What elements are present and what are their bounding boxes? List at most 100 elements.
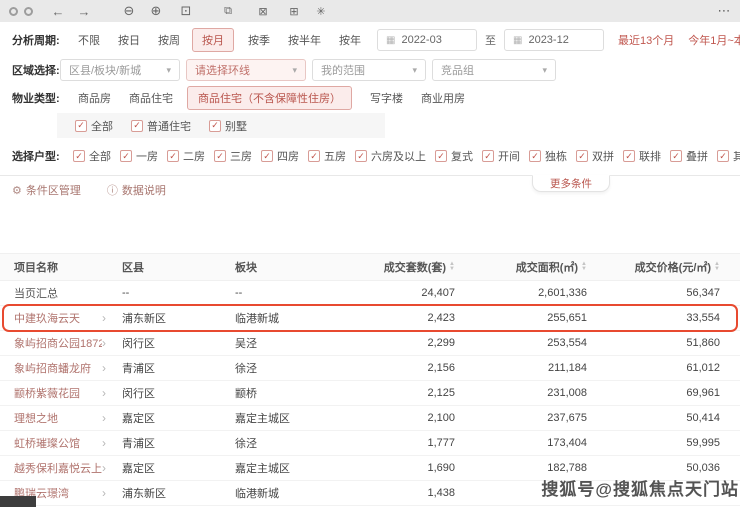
chevron-right-icon[interactable]: › bbox=[102, 411, 106, 425]
district-dropdown[interactable]: 区县/板块/新城 ▾ bbox=[60, 59, 180, 81]
property-option-residential-no-affordable-selected[interactable]: 商品住宅（不含保障性住房） bbox=[187, 86, 352, 110]
checkbox-studio[interactable]: ✓ 开间 bbox=[482, 148, 520, 164]
project-name-link[interactable]: 象屿招商蟠龙府 bbox=[14, 360, 91, 376]
checkbox-six-plus-bedroom[interactable]: ✓六房及以上 bbox=[355, 148, 426, 164]
chevron-right-icon[interactable]: › bbox=[102, 336, 106, 350]
column-header-label: 成交套数(套) bbox=[384, 259, 446, 275]
chevron-right-icon[interactable]: › bbox=[102, 311, 106, 325]
column-header-area-sortable[interactable]: 成交面积(㎡) ▲▼ bbox=[455, 259, 587, 275]
cell-price: 51,860 bbox=[587, 337, 720, 349]
cell-units: 1,690 bbox=[385, 462, 455, 474]
ring-road-dropdown[interactable]: 请选择环线 ▾ bbox=[186, 59, 306, 81]
date-from-input[interactable]: ▦ 2022-03 bbox=[377, 29, 477, 51]
checkbox-label: 开间 bbox=[498, 148, 520, 164]
select-region-icon[interactable]: ⊠ bbox=[255, 0, 271, 22]
checkbox-four-bedroom[interactable]: ✓四房 bbox=[261, 148, 299, 164]
checkbox-icon: ✓ bbox=[623, 150, 635, 162]
checkbox-two-bedroom[interactable]: ✓二房 bbox=[167, 148, 205, 164]
chevron-right-icon[interactable]: › bbox=[102, 436, 106, 450]
checkbox-label: 全部 bbox=[89, 148, 111, 164]
checkbox-five-bedroom[interactable]: ✓五房 bbox=[308, 148, 346, 164]
table-row-highlighted[interactable]: 中建玖海云天› 浦东新区 临港新城 2,423 255,651 33,554 bbox=[0, 306, 740, 331]
column-header-label: 成交面积(㎡) bbox=[516, 259, 578, 275]
zoom-in-icon[interactable]: ⊕ bbox=[148, 0, 164, 22]
bottom-left-dark-bar bbox=[0, 496, 36, 507]
checkbox-icon: ✓ bbox=[209, 120, 221, 132]
condition-manager-link[interactable]: ⚙ 条件区管理 bbox=[12, 182, 81, 198]
checkbox-ordinary-residence[interactable]: ✓ 普通住宅 bbox=[131, 118, 191, 134]
period-option-yearly[interactable]: 按年 bbox=[339, 32, 361, 48]
project-name-link[interactable]: 理想之地 bbox=[14, 410, 58, 426]
period-option-quarterly[interactable]: 按季 bbox=[248, 32, 270, 48]
table-row[interactable]: 象屿招商蟠龙府› 青浦区 徐泾 2,156 211,184 61,012 bbox=[0, 356, 740, 381]
checkbox-label: 复式 bbox=[451, 148, 473, 164]
project-name-link[interactable]: 虹桥璀璨公馆 bbox=[14, 435, 80, 451]
column-header-units-sortable[interactable]: 成交套数(套) ▲▼ bbox=[385, 259, 455, 275]
checkbox-icon: ✓ bbox=[529, 150, 541, 162]
status-dot-icon[interactable] bbox=[21, 0, 35, 22]
nav-forward-icon[interactable]: → bbox=[76, 0, 92, 22]
sort-icon[interactable]: ▲▼ bbox=[714, 262, 720, 272]
project-name-link[interactable]: 颛桥紫薇花园 bbox=[14, 385, 80, 401]
checkbox-stacked[interactable]: ✓叠拼 bbox=[670, 148, 708, 164]
ring-road-dropdown-value: 请选择环线 bbox=[195, 62, 250, 78]
nav-back-icon[interactable]: ← bbox=[50, 0, 66, 22]
checkbox-townhouse[interactable]: ✓联排 bbox=[623, 148, 661, 164]
column-header-price-sortable[interactable]: 成交价格(元/㎡) ▲▼ bbox=[587, 259, 720, 275]
chevron-down-icon: ▾ bbox=[292, 65, 297, 76]
chevron-right-icon[interactable]: › bbox=[102, 361, 106, 375]
project-name-link[interactable]: 象屿招商公园1872 bbox=[14, 335, 102, 351]
checkbox-all-residential[interactable]: ✓ 全部 bbox=[75, 118, 113, 134]
checkbox-house-all[interactable]: ✓全部 bbox=[73, 148, 111, 164]
checkbox-icon: ✓ bbox=[120, 150, 132, 162]
checkbox-icon: ✓ bbox=[482, 150, 494, 162]
screenshot-frame-icon[interactable]: ⊡ bbox=[178, 0, 194, 22]
checkbox-detached[interactable]: ✓独栋 bbox=[529, 148, 567, 164]
more-options-icon[interactable]: ⋯ bbox=[714, 0, 734, 22]
period-option-daily[interactable]: 按日 bbox=[118, 32, 140, 48]
cell-units: 1,777 bbox=[385, 437, 455, 449]
checkbox-other[interactable]: ✓其他 bbox=[717, 148, 740, 164]
checkbox-one-bedroom[interactable]: ✓一房 bbox=[120, 148, 158, 164]
cell-units: 2,100 bbox=[385, 412, 455, 424]
duplicate-window-icon[interactable]: ⧉ bbox=[220, 0, 236, 22]
checkbox-label: 别墅 bbox=[225, 118, 247, 134]
chevron-right-icon[interactable]: › bbox=[102, 461, 106, 475]
period-option-monthly-selected[interactable]: 按月 bbox=[192, 28, 234, 52]
property-option-commercial[interactable]: 商业用房 bbox=[421, 90, 465, 106]
checkbox-semi-detached[interactable]: ✓双拼 bbox=[576, 148, 614, 164]
checkbox-three-bedroom[interactable]: ✓三房 bbox=[214, 148, 252, 164]
table-row[interactable]: 虹桥璀璨公馆› 青浦区 徐泾 1,777 173,404 59,995 bbox=[0, 431, 740, 456]
status-dot-icon[interactable] bbox=[6, 0, 20, 22]
table-row[interactable]: 象屿招商公园1872› 闵行区 吴泾 2,299 253,554 51,860 bbox=[0, 331, 740, 356]
watermark-text: 搜狐号@搜狐焦点天门站 bbox=[541, 475, 739, 500]
project-name-link[interactable]: 中建玖海云天 bbox=[14, 310, 80, 326]
zoom-out-icon[interactable]: ⊖ bbox=[121, 0, 137, 22]
checkbox-duplex[interactable]: ✓复式 bbox=[435, 148, 473, 164]
period-option-unlimited[interactable]: 不限 bbox=[78, 32, 100, 48]
region-select-row: 区域选择: 区县/板块/新城 ▾ 请选择环线 ▾ 我的范围 ▾ 竞品组 ▾ bbox=[0, 58, 740, 82]
property-option-commodity[interactable]: 商品房 bbox=[78, 90, 111, 106]
data-note-link[interactable]: ⓘ 数据说明 bbox=[107, 182, 166, 198]
chevron-right-icon[interactable]: › bbox=[102, 386, 106, 400]
region-label: 区域选择: bbox=[12, 62, 60, 78]
shortcut-last-13-months[interactable]: 最近13个月 bbox=[618, 32, 674, 48]
property-option-residential[interactable]: 商品住宅 bbox=[129, 90, 173, 106]
shortcut-this-year[interactable]: 今年1月~本月 bbox=[688, 32, 740, 48]
condition-manager-label: 条件区管理 bbox=[26, 182, 81, 198]
competitor-group-dropdown[interactable]: 竞品组 ▾ bbox=[432, 59, 556, 81]
table-row[interactable]: 颛桥紫薇花园› 闵行区 颛桥 2,125 231,008 69,961 bbox=[0, 381, 740, 406]
property-option-office[interactable]: 写字楼 bbox=[370, 90, 403, 106]
date-to-input[interactable]: ▦ 2023-12 bbox=[504, 29, 604, 51]
period-option-weekly[interactable]: 按周 bbox=[158, 32, 180, 48]
table-row[interactable]: 理想之地› 嘉定区 嘉定主城区 2,100 237,675 50,414 bbox=[0, 406, 740, 431]
more-conditions-button[interactable]: 更多条件 bbox=[532, 175, 610, 192]
period-option-halfyear[interactable]: 按半年 bbox=[288, 32, 321, 48]
project-name-link[interactable]: 越秀保利嘉悦云上 bbox=[14, 460, 102, 476]
table-row-summary: 当页汇总 -- -- 24,407 2,601,336 56,347 bbox=[0, 281, 740, 306]
chevron-right-icon[interactable]: › bbox=[102, 486, 106, 500]
magic-wand-icon[interactable]: ✳ bbox=[313, 0, 329, 22]
checkbox-villa[interactable]: ✓ 别墅 bbox=[209, 118, 247, 134]
open-window-icon[interactable]: ⊞ bbox=[286, 0, 302, 22]
my-range-dropdown[interactable]: 我的范围 ▾ bbox=[312, 59, 426, 81]
